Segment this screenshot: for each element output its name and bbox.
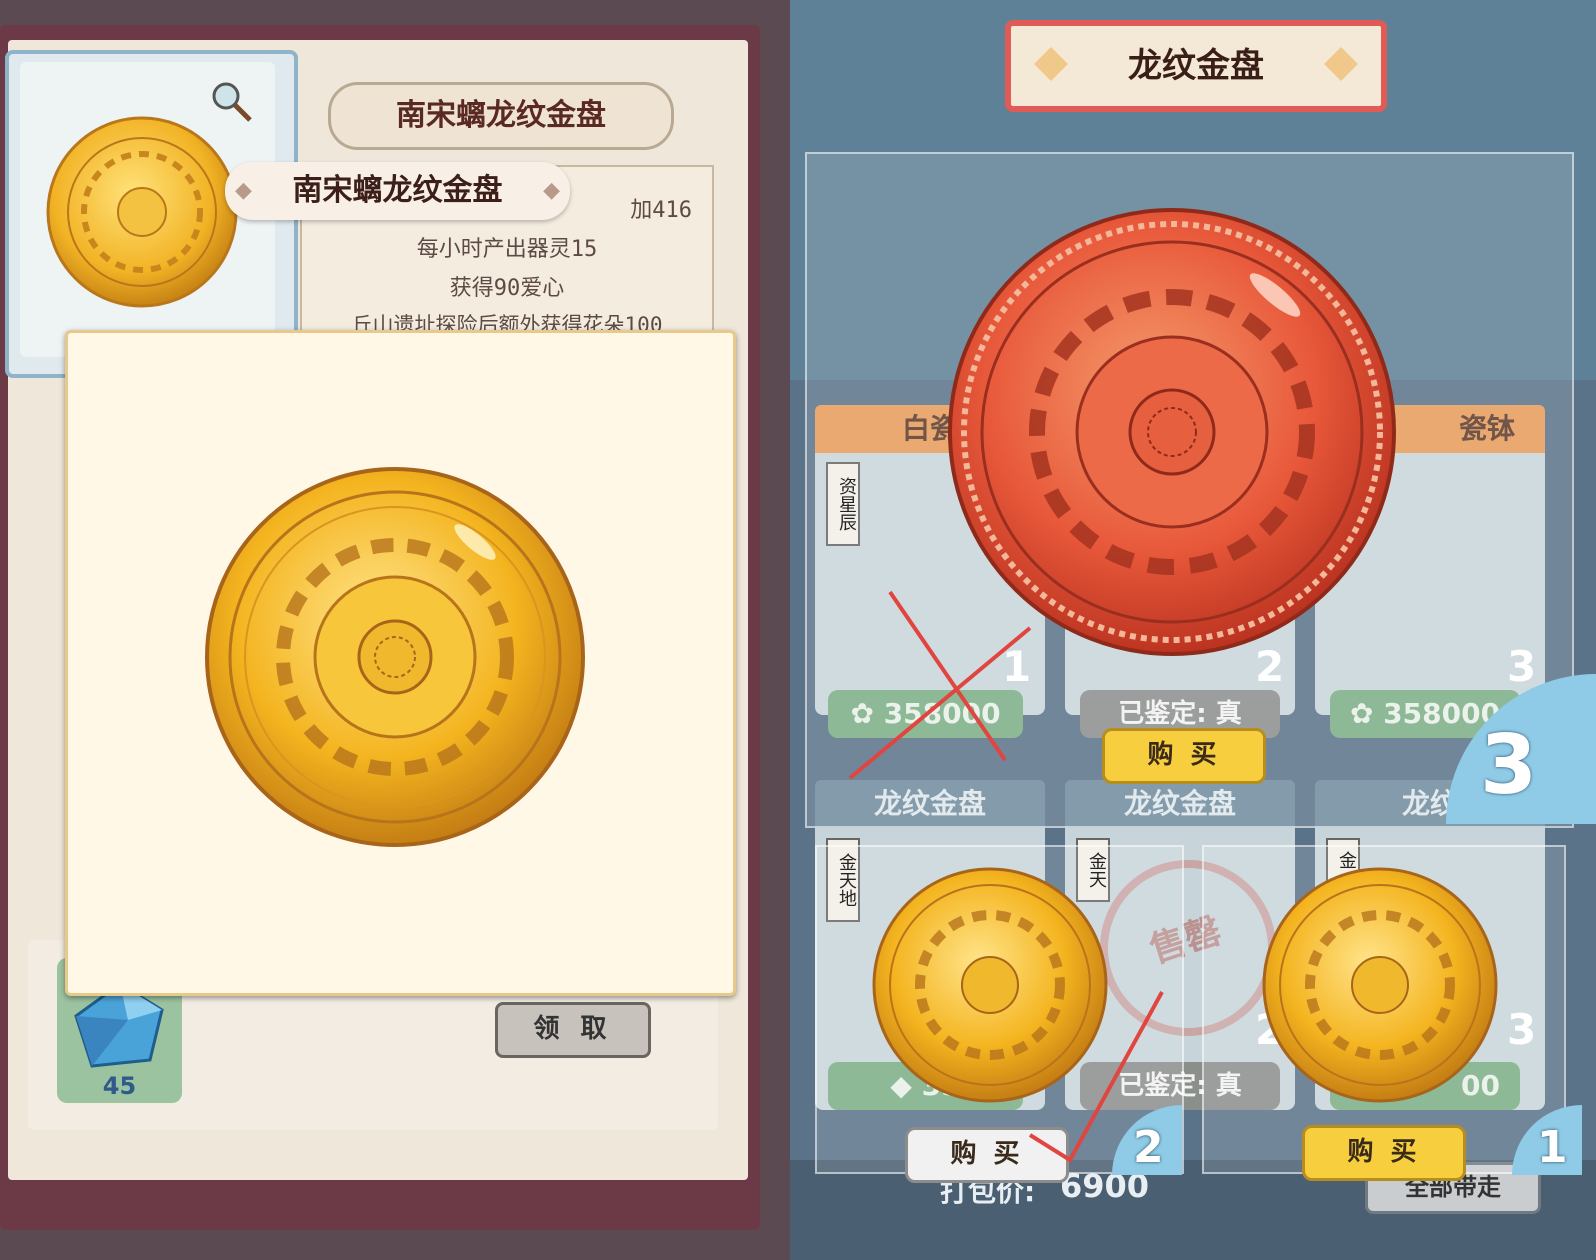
info-line-2: 每小时产出器灵15 <box>416 237 598 262</box>
left-screenshot: 南宋螭龙纹金盘 加416 每小时产出器灵15 获得90爱心 丘山遗址探险后额外获… <box>0 0 790 1260</box>
claim-button[interactable]: 领 取 <box>495 1002 651 1058</box>
large-gold-plate-icon <box>205 467 585 847</box>
magnifier-icon[interactable] <box>208 78 254 124</box>
cross-mark-stroke-1 <box>888 590 1007 762</box>
check-mark <box>1028 991 1164 1163</box>
item-name-tag: ◆ 南宋螭龙纹金盘 ◆ <box>225 162 570 220</box>
reward-count: 45 <box>102 1072 137 1100</box>
small-gold-plate-icon <box>46 116 238 308</box>
tag-left-arrow-icon: ◆ <box>235 178 252 203</box>
item-title-banner: 南宋螭龙纹金盘 <box>328 82 674 150</box>
item-name-tag-text: 南宋螭龙纹金盘 <box>292 173 503 208</box>
annotation-marks <box>848 590 1164 1163</box>
tag-right-arrow-icon: ◆ <box>543 178 560 203</box>
right-screenshot: 龙纹金盘 白瓷 瓷钵 资星辰 ✿ 358000 已鉴定: 真 ✿ 358000 … <box>790 0 1596 1260</box>
info-line-3: 获得90爱心 <box>449 276 565 301</box>
